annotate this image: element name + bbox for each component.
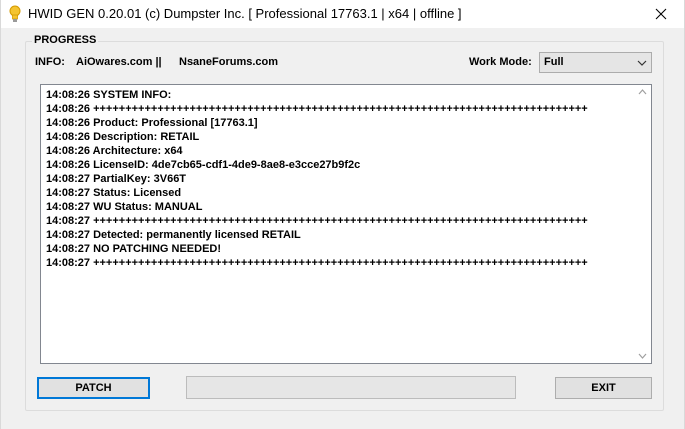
log-lines: 14:08:26 SYSTEM INFO: 14:08:26 ++++++++++… [46,88,588,270]
patch-progress-bar [186,376,516,399]
log-line: 14:08:27 Detected: permanently licensed … [46,229,301,241]
title-bar[interactable]: HWID GEN 0.20.01 (c) Dumpster Inc. [ Pro… [1,0,684,28]
log-line: 14:08:26 SYSTEM INFO: [46,89,172,101]
patch-button[interactable]: PATCH [37,377,150,399]
log-line: 14:08:27 +++++++++++++++++++++++++++++++… [46,215,588,227]
progress-group-label: PROGRESS [32,34,99,46]
nsaneforums-link[interactable]: NsaneForums.com [179,56,278,68]
scroll-up-icon[interactable] [638,89,647,95]
window-title: HWID GEN 0.20.01 (c) Dumpster Inc. [ Pro… [28,6,462,21]
log-output[interactable]: 14:08:26 SYSTEM INFO: 14:08:26 ++++++++++… [40,84,652,364]
info-label: INFO: [35,56,65,68]
log-line: 14:08:27 WU Status: MANUAL [46,201,203,213]
lightbulb-icon [9,5,21,22]
log-line: 14:08:27 +++++++++++++++++++++++++++++++… [46,257,588,269]
log-line: 14:08:26 Architecture: x64 [46,145,183,157]
log-line: 14:08:27 NO PATCHING NEEDED! [46,243,222,255]
hwid-gen-window: HWID GEN 0.20.01 (c) Dumpster Inc. [ Pro… [0,0,685,429]
log-line: 14:08:26 Product: Professional [17763.1] [46,117,258,129]
aiowares-link[interactable]: AiOwares.com || [76,56,162,68]
log-line: 14:08:26 LicenseID: 4de7cb65-cdf1-4de9-8… [46,159,361,171]
work-mode-label: Work Mode: [469,56,532,68]
log-line: 14:08:26 +++++++++++++++++++++++++++++++… [46,103,588,115]
log-scrollbar[interactable] [634,85,651,363]
work-mode-select[interactable]: Full [539,52,652,73]
close-icon [655,8,667,20]
log-line: 14:08:27 PartialKey: 3V66T [46,173,187,185]
log-line: 14:08:26 Description: RETAIL [46,131,200,143]
exit-button[interactable]: EXIT [555,377,652,399]
log-line: 14:08:27 Status: Licensed [46,187,182,199]
chevron-down-icon [637,60,647,66]
scroll-down-icon[interactable] [638,353,647,359]
close-button[interactable] [638,0,684,28]
work-mode-value: Full [544,56,564,68]
